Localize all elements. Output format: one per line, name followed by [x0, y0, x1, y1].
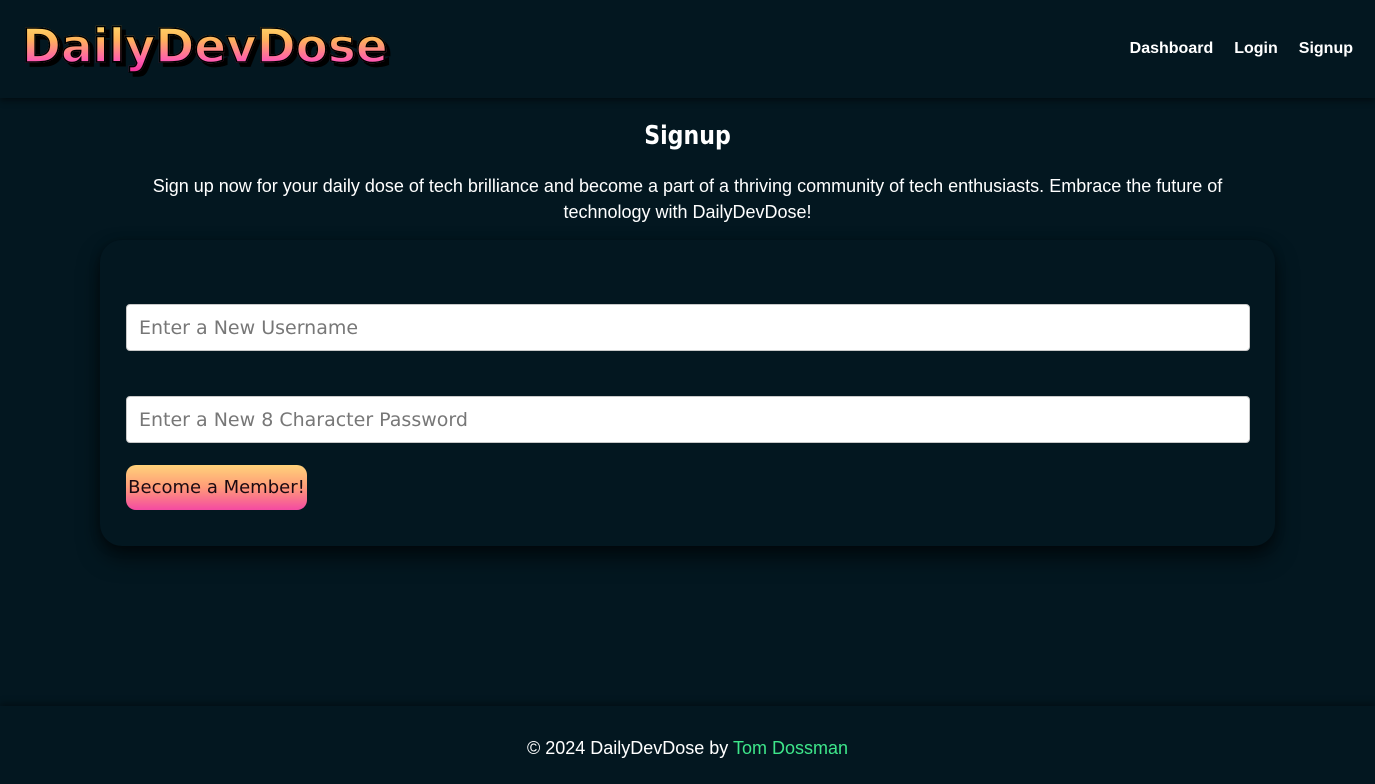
- site-footer: © 2024 DailyDevDose by Tom Dossman: [0, 706, 1375, 784]
- nav-link-dashboard[interactable]: Dashboard: [1130, 38, 1214, 60]
- footer-text: © 2024 DailyDevDose by Tom Dossman: [527, 736, 848, 760]
- site-header: DailyDevDose Dashboard Login Signup: [0, 0, 1375, 98]
- username-input[interactable]: [126, 304, 1250, 351]
- nav-link-login[interactable]: Login: [1234, 38, 1278, 60]
- password-input[interactable]: [126, 396, 1250, 443]
- footer-copyright: © 2024 DailyDevDose by: [526, 738, 733, 758]
- page-title: Signup: [644, 121, 731, 151]
- main-nav: Dashboard Login Signup: [1130, 38, 1353, 60]
- site-logo[interactable]: DailyDevDose: [21, 19, 388, 73]
- signup-form: Become a Member!: [100, 240, 1275, 546]
- footer-author-link[interactable]: Tom Dossman: [733, 738, 848, 758]
- nav-link-signup[interactable]: Signup: [1299, 38, 1353, 60]
- signup-intro-text: Sign up now for your daily dose of tech …: [152, 176, 1223, 222]
- become-member-button[interactable]: Become a Member!: [126, 465, 307, 510]
